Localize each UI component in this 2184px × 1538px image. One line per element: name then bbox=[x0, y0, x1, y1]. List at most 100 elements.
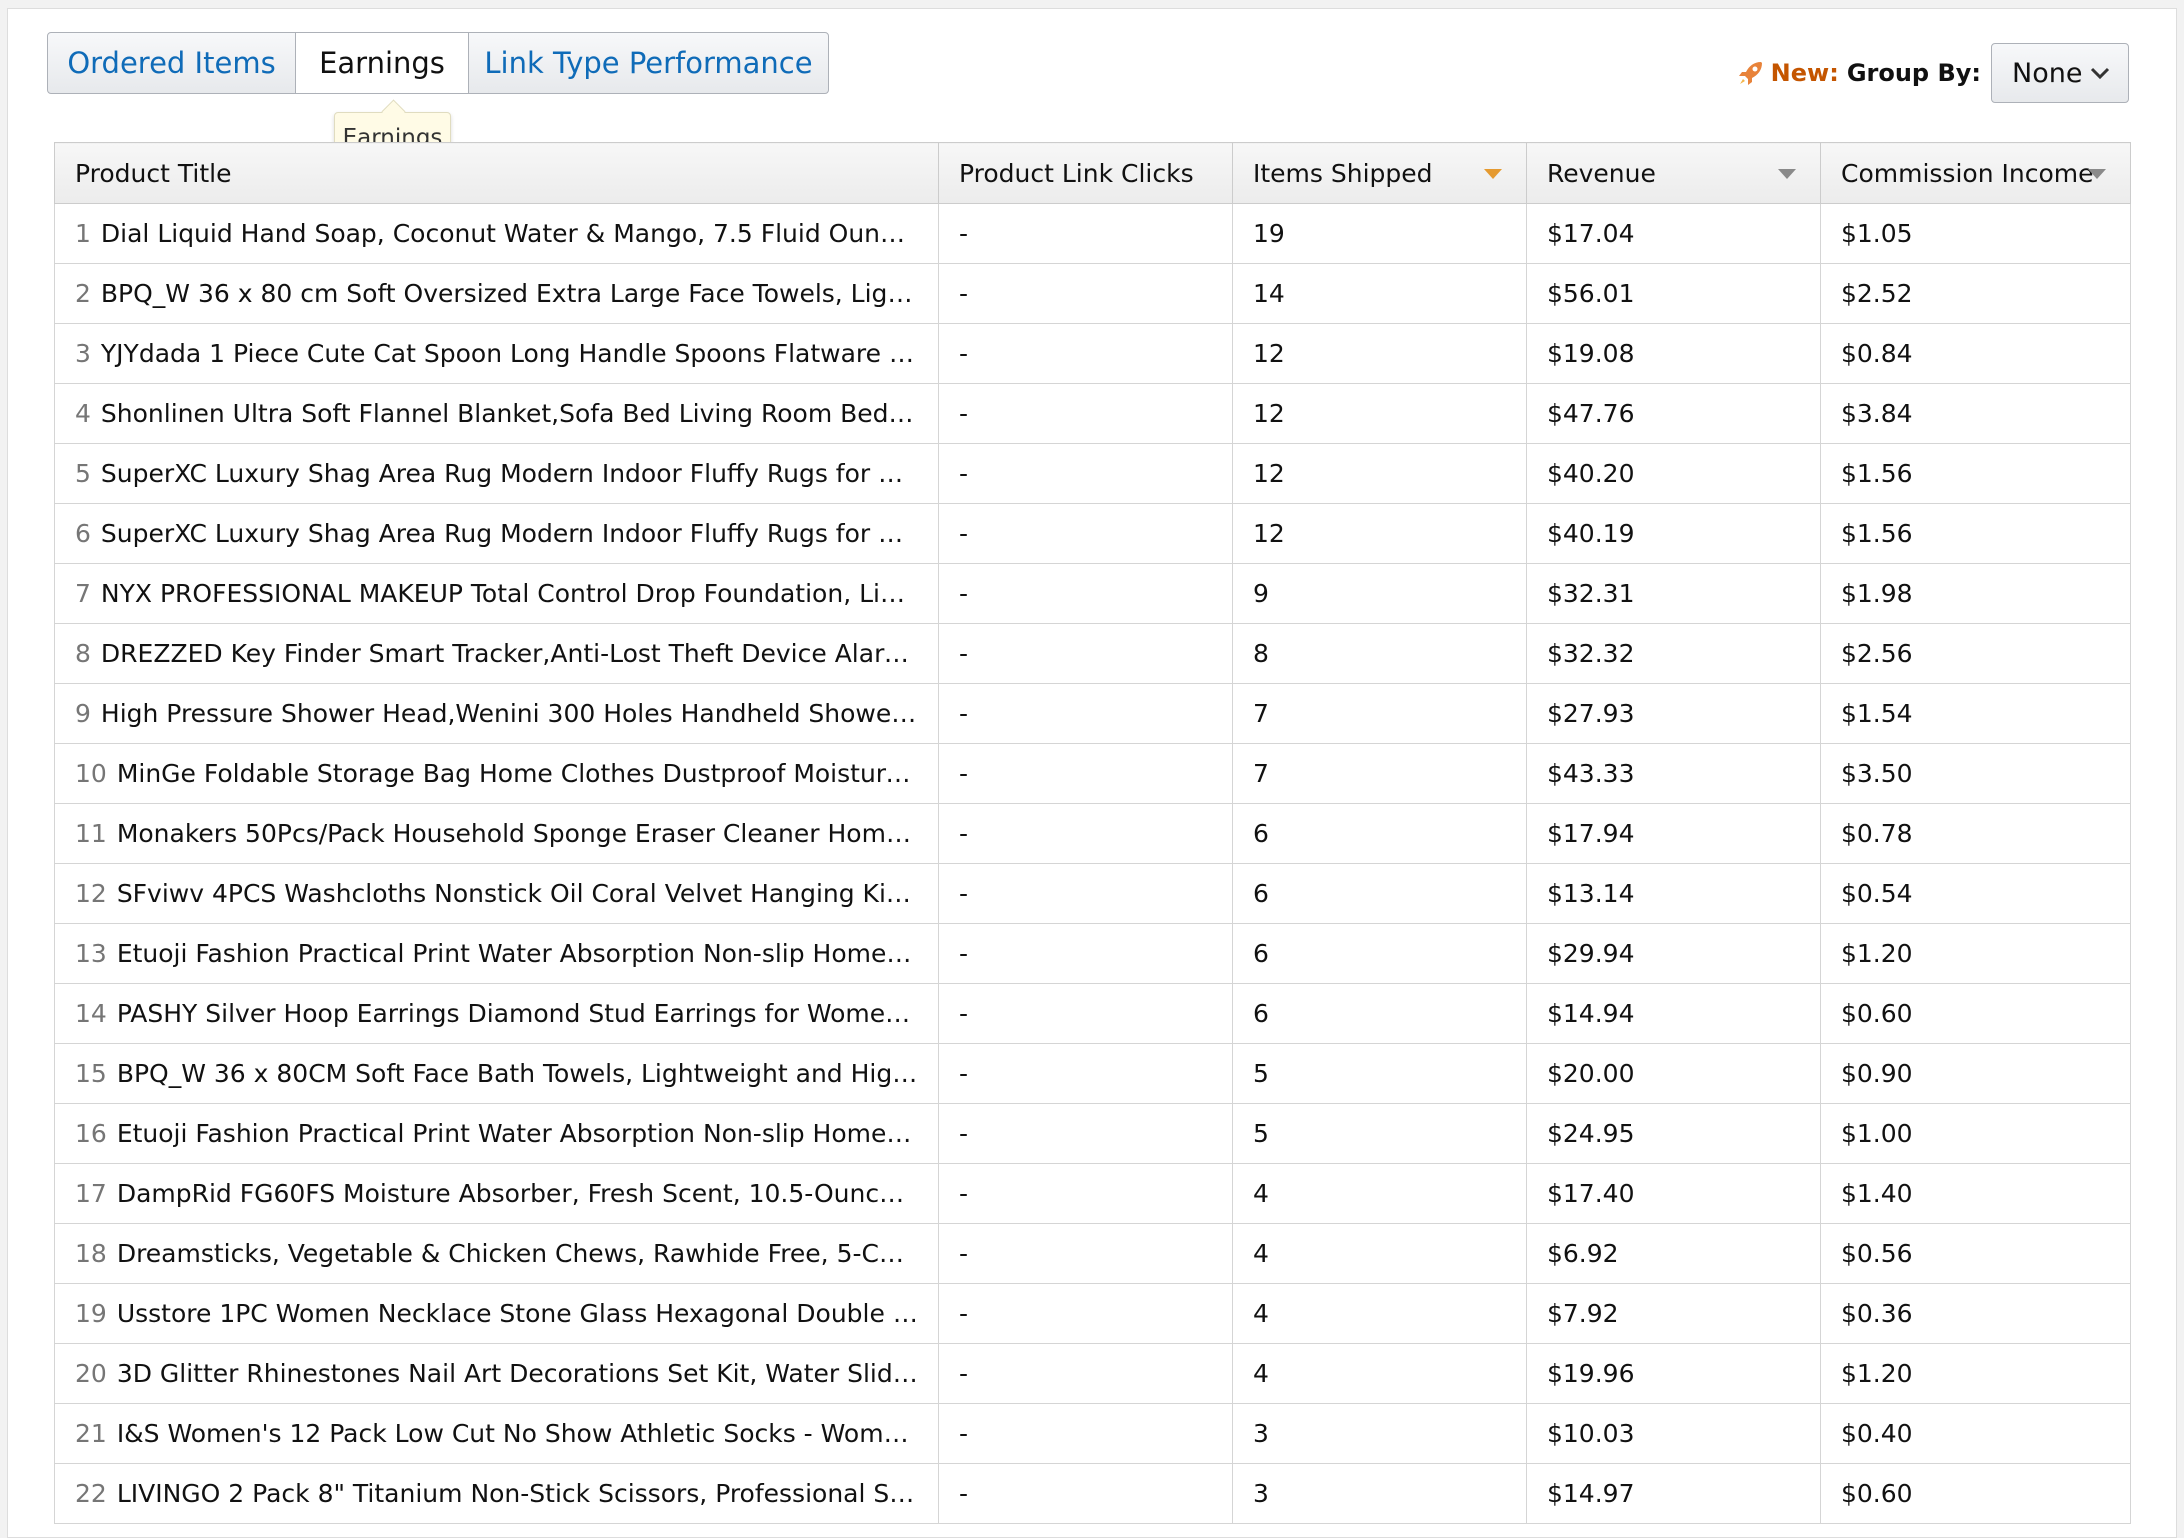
items-shipped-cell: 6 bbox=[1232, 863, 1527, 924]
row-number: 21 bbox=[75, 1419, 107, 1448]
table-row[interactable]: 7 NYX PROFESSIONAL MAKEUP Total Control D… bbox=[54, 563, 2131, 624]
table-row[interactable]: 15 BPQ_W 36 x 80CM Soft Face Bath Towels,… bbox=[54, 1043, 2131, 1104]
table-row[interactable]: 21 I&S Women's 12 Pack Low Cut No Show At… bbox=[54, 1403, 2131, 1464]
revenue-cell: $40.20 bbox=[1526, 443, 1821, 504]
product-title-link[interactable]: DampRid FG60FS Moisture Absorber, Fresh … bbox=[117, 1179, 938, 1208]
product-title-link[interactable]: YJYdada 1 Piece Cute Cat Spoon Long Hand… bbox=[101, 339, 938, 368]
product-title-link[interactable]: LIVINGO 2 Pack 8" Titanium Non-Stick Sci… bbox=[117, 1479, 938, 1508]
table-row[interactable]: 17 DampRid FG60FS Moisture Absorber, Fres… bbox=[54, 1163, 2131, 1224]
commission-income-cell: $0.78 bbox=[1820, 803, 2131, 864]
row-number: 2 bbox=[75, 279, 91, 308]
product-title-cell: 11 Monakers 50Pcs/Pack Household Sponge E… bbox=[54, 803, 939, 864]
product-title-link[interactable]: BPQ_W 36 x 80CM Soft Face Bath Towels, L… bbox=[117, 1059, 938, 1088]
row-number: 9 bbox=[75, 699, 91, 728]
commission-income-cell: $3.50 bbox=[1820, 743, 2131, 804]
column-header-items-shipped[interactable]: Items Shipped bbox=[1232, 142, 1527, 204]
tab-link-type-performance[interactable]: Link Type Performance bbox=[469, 33, 828, 93]
table-row[interactable]: 14 PASHY Silver Hoop Earrings Diamond Stu… bbox=[54, 983, 2131, 1044]
product-title-cell: 15 BPQ_W 36 x 80CM Soft Face Bath Towels,… bbox=[54, 1043, 939, 1104]
commission-income-cell: $1.40 bbox=[1820, 1163, 2131, 1224]
table-row[interactable]: 16 Etuoji Fashion Practical Print Water A… bbox=[54, 1103, 2131, 1164]
table-row[interactable]: 22 LIVINGO 2 Pack 8" Titanium Non-Stick S… bbox=[54, 1463, 2131, 1524]
product-title-link[interactable]: Etuoji Fashion Practical Print Water Abs… bbox=[117, 939, 938, 968]
product-title-cell: 17 DampRid FG60FS Moisture Absorber, Fres… bbox=[54, 1163, 939, 1224]
commission-income-cell: $0.40 bbox=[1820, 1403, 2131, 1464]
sort-icon[interactable] bbox=[2088, 169, 2106, 179]
column-header-product-link-clicks[interactable]: Product Link Clicks bbox=[938, 142, 1233, 204]
table-row[interactable]: 10 MinGe Foldable Storage Bag Home Clothe… bbox=[54, 743, 2131, 804]
product-link-clicks-cell: - bbox=[938, 1463, 1233, 1524]
product-title-link[interactable]: SuperXC Luxury Shag Area Rug Modern Indo… bbox=[101, 459, 938, 488]
product-title-link[interactable]: Monakers 50Pcs/Pack Household Sponge Era… bbox=[117, 819, 938, 848]
items-shipped-cell: 6 bbox=[1232, 803, 1527, 864]
sort-descending-active-icon[interactable] bbox=[1484, 169, 1502, 179]
new-label: New: bbox=[1770, 59, 1839, 87]
row-number: 1 bbox=[75, 219, 91, 248]
commission-income-cell: $1.20 bbox=[1820, 1343, 2131, 1404]
items-shipped-cell: 7 bbox=[1232, 743, 1527, 804]
table-row[interactable]: 20 3D Glitter Rhinestones Nail Art Decora… bbox=[54, 1343, 2131, 1404]
product-title-cell: 9 High Pressure Shower Head,Wenini 300 Ho… bbox=[54, 683, 939, 744]
revenue-cell: $24.95 bbox=[1526, 1103, 1821, 1164]
product-title-link[interactable]: Dial Liquid Hand Soap, Coconut Water & M… bbox=[101, 219, 922, 248]
product-title-cell: 4 Shonlinen Ultra Soft Flannel Blanket,So… bbox=[54, 383, 939, 444]
table-row[interactable]: 13 Etuoji Fashion Practical Print Water A… bbox=[54, 923, 2131, 984]
table-row[interactable]: 19 Usstore 1PC Women Necklace Stone Glass… bbox=[54, 1283, 2131, 1344]
column-header-product-title[interactable]: Product Title bbox=[54, 142, 939, 204]
product-link-clicks-cell: - bbox=[938, 863, 1233, 924]
tab-earnings[interactable]: Earnings bbox=[296, 33, 469, 93]
row-number: 5 bbox=[75, 459, 91, 488]
product-title-link[interactable]: PASHY Silver Hoop Earrings Diamond Stud … bbox=[117, 999, 938, 1028]
revenue-cell: $17.94 bbox=[1526, 803, 1821, 864]
table-row[interactable]: 12 SFviwv 4PCS Washcloths Nonstick Oil Co… bbox=[54, 863, 2131, 924]
product-title-link[interactable]: SFviwv 4PCS Washcloths Nonstick Oil Cora… bbox=[117, 879, 938, 908]
group-by-select[interactable]: None bbox=[1991, 43, 2129, 103]
product-title-link[interactable]: Dreamsticks, Vegetable & Chicken Chews, … bbox=[117, 1239, 936, 1268]
row-number: 17 bbox=[75, 1179, 107, 1208]
product-link-clicks-cell: - bbox=[938, 503, 1233, 564]
product-title-cell: 21 I&S Women's 12 Pack Low Cut No Show At… bbox=[54, 1403, 939, 1464]
table-row[interactable]: 9 High Pressure Shower Head,Wenini 300 Ho… bbox=[54, 683, 2131, 744]
product-title-cell: 6 SuperXC Luxury Shag Area Rug Modern Ind… bbox=[54, 503, 939, 564]
product-link-clicks-cell: - bbox=[938, 1403, 1233, 1464]
items-shipped-cell: 9 bbox=[1232, 563, 1527, 624]
table-row[interactable]: 4 Shonlinen Ultra Soft Flannel Blanket,So… bbox=[54, 383, 2131, 444]
product-title-link[interactable]: Usstore 1PC Women Necklace Stone Glass H… bbox=[117, 1299, 938, 1328]
product-title-link[interactable]: I&S Women's 12 Pack Low Cut No Show Athl… bbox=[117, 1419, 938, 1448]
revenue-cell: $13.14 bbox=[1526, 863, 1821, 924]
items-shipped-cell: 4 bbox=[1232, 1163, 1527, 1224]
table-row[interactable]: 8 DREZZED Key Finder Smart Tracker,Anti-L… bbox=[54, 623, 2131, 684]
table-row[interactable]: 2 BPQ_W 36 x 80 cm Soft Oversized Extra L… bbox=[54, 263, 2131, 324]
table-row[interactable]: 3 YJYdada 1 Piece Cute Cat Spoon Long Han… bbox=[54, 323, 2131, 384]
product-title-link[interactable]: 3D Glitter Rhinestones Nail Art Decorati… bbox=[117, 1359, 938, 1388]
row-number: 22 bbox=[75, 1479, 107, 1508]
sort-icon[interactable] bbox=[1778, 169, 1796, 179]
product-title-link[interactable]: NYX PROFESSIONAL MAKEUP Total Control Dr… bbox=[101, 579, 938, 608]
product-link-clicks-cell: - bbox=[938, 743, 1233, 804]
product-title-link[interactable]: DREZZED Key Finder Smart Tracker,Anti-Lo… bbox=[101, 639, 938, 668]
revenue-cell: $32.31 bbox=[1526, 563, 1821, 624]
product-title-cell: 1 Dial Liquid Hand Soap, Coconut Water & … bbox=[54, 203, 939, 264]
table-row[interactable]: 5 SuperXC Luxury Shag Area Rug Modern Ind… bbox=[54, 443, 2131, 504]
items-shipped-cell: 6 bbox=[1232, 983, 1527, 1044]
table-row[interactable]: 6 SuperXC Luxury Shag Area Rug Modern Ind… bbox=[54, 503, 2131, 564]
product-title-cell: 18 Dreamsticks, Vegetable & Chicken Chews… bbox=[54, 1223, 939, 1284]
product-title-link[interactable]: BPQ_W 36 x 80 cm Soft Oversized Extra La… bbox=[101, 279, 938, 308]
product-title-cell: 7 NYX PROFESSIONAL MAKEUP Total Control D… bbox=[54, 563, 939, 624]
commission-income-cell: $1.00 bbox=[1820, 1103, 2131, 1164]
table-row[interactable]: 11 Monakers 50Pcs/Pack Household Sponge E… bbox=[54, 803, 2131, 864]
tab-ordered-items[interactable]: Ordered Items bbox=[48, 33, 296, 93]
product-link-clicks-cell: - bbox=[938, 923, 1233, 984]
product-title-link[interactable]: MinGe Foldable Storage Bag Home Clothes … bbox=[117, 759, 938, 788]
product-link-clicks-cell: - bbox=[938, 803, 1233, 864]
product-title-link[interactable]: Shonlinen Ultra Soft Flannel Blanket,Sof… bbox=[101, 399, 938, 428]
product-title-link[interactable]: Etuoji Fashion Practical Print Water Abs… bbox=[117, 1119, 938, 1148]
table-row[interactable]: 18 Dreamsticks, Vegetable & Chicken Chews… bbox=[54, 1223, 2131, 1284]
column-header-revenue[interactable]: Revenue bbox=[1526, 142, 1821, 204]
product-title-link[interactable]: High Pressure Shower Head,Wenini 300 Hol… bbox=[101, 699, 938, 728]
column-header-commission-income[interactable]: Commission Income bbox=[1820, 142, 2131, 204]
product-title-link[interactable]: SuperXC Luxury Shag Area Rug Modern Indo… bbox=[101, 519, 938, 548]
product-link-clicks-cell: - bbox=[938, 683, 1233, 744]
product-title-cell: 16 Etuoji Fashion Practical Print Water A… bbox=[54, 1103, 939, 1164]
table-row[interactable]: 1 Dial Liquid Hand Soap, Coconut Water & … bbox=[54, 203, 2131, 264]
